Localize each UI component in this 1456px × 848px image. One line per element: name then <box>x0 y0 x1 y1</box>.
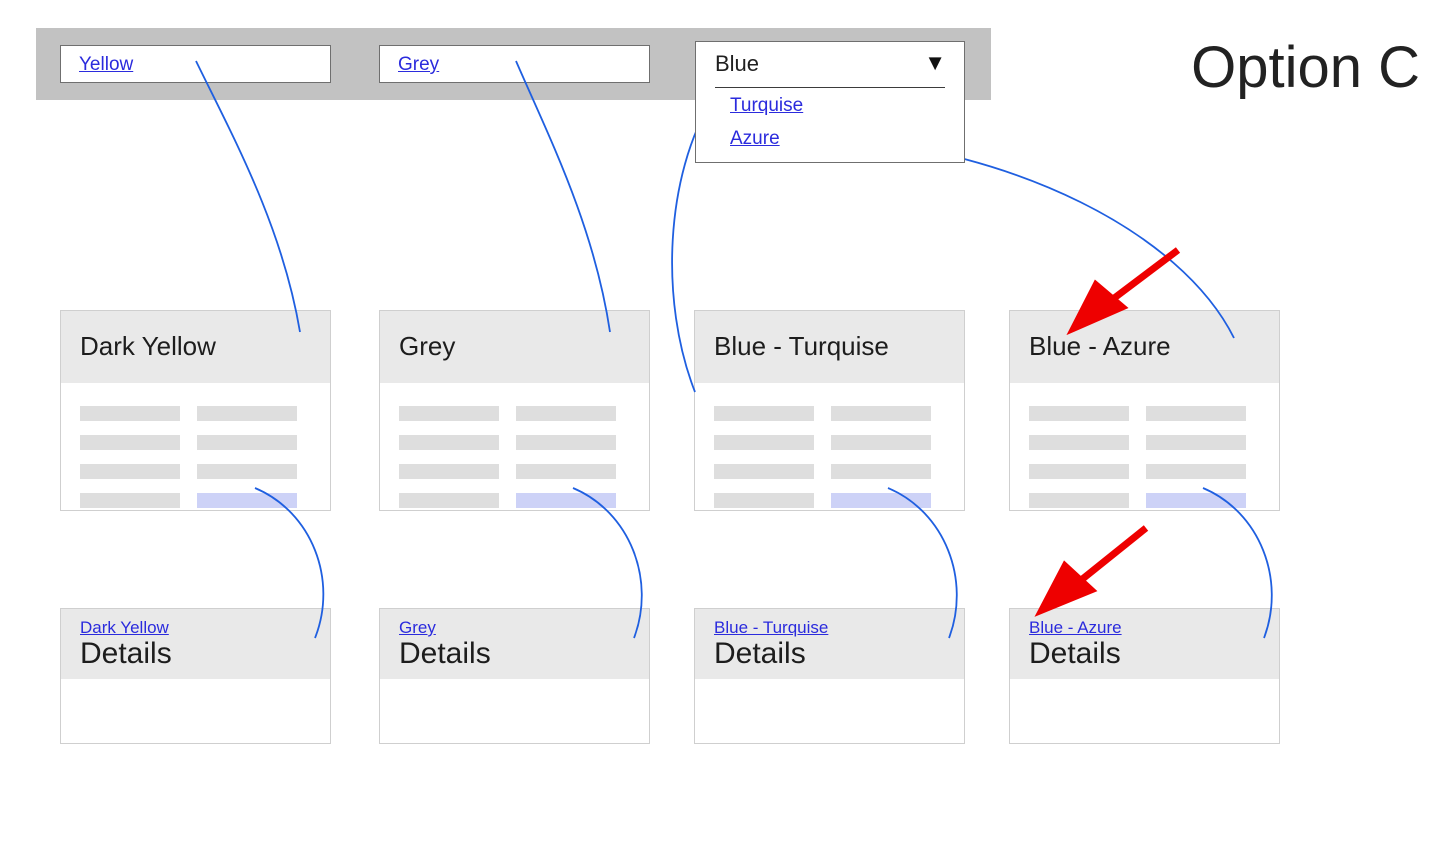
placeholder-bar <box>516 406 616 421</box>
detail-card-link[interactable]: Blue - Turquise <box>714 618 828 638</box>
red-arrow-head-detail <box>1034 560 1098 617</box>
placeholder-bar-highlighted[interactable] <box>831 493 931 508</box>
red-arrow-shaft-card <box>1098 247 1181 311</box>
card-title: Grey <box>399 331 456 361</box>
placeholder-bar <box>1146 435 1246 450</box>
placeholder-bar <box>714 464 814 479</box>
detail-card-grey[interactable]: Grey Details <box>379 608 650 744</box>
connector-yellow-to-dark-yellow <box>195 60 301 333</box>
placeholder-bar <box>1029 406 1129 421</box>
connector-grey-to-grey <box>515 60 611 333</box>
red-arrow-shaft-detail <box>1067 525 1149 592</box>
detail-card-header: Blue - Turquise Details <box>695 609 964 679</box>
placeholder-bar <box>831 435 931 450</box>
placeholder-bar <box>831 406 931 421</box>
card-title: Blue - Azure <box>1029 331 1171 361</box>
placeholder-bar <box>399 493 499 508</box>
detail-card-blue-azure[interactable]: Blue - Azure Details <box>1009 608 1280 744</box>
placeholder-bar <box>80 493 180 508</box>
placeholder-bar <box>714 406 814 421</box>
connector-azure-to-card <box>837 137 1235 339</box>
placeholder-bar-highlighted[interactable] <box>516 493 616 508</box>
placeholder-bar <box>1146 406 1246 421</box>
placeholder-bar <box>1146 464 1246 479</box>
placeholder-bar <box>516 435 616 450</box>
field-yellow-link[interactable]: Yellow <box>79 54 133 76</box>
field-grey-link[interactable]: Grey <box>398 54 439 76</box>
card-title: Blue - Turquise <box>714 331 889 361</box>
detail-card-header: Dark Yellow Details <box>61 609 330 679</box>
placeholder-bar <box>197 435 297 450</box>
card-grey[interactable]: Grey <box>379 310 650 511</box>
placeholder-bar <box>80 406 180 421</box>
detail-card-label: Details <box>80 637 172 670</box>
placeholder-bar <box>831 464 931 479</box>
dropdown-option-azure[interactable]: Azure <box>730 128 780 150</box>
placeholder-bar <box>714 493 814 508</box>
placeholder-bar <box>197 464 297 479</box>
dropdown-option-turquise[interactable]: Turquise <box>730 95 803 117</box>
placeholder-bar <box>516 464 616 479</box>
dropdown-blue[interactable]: Blue ▼ Turquise Azure <box>695 41 965 163</box>
detail-card-label: Details <box>714 637 806 670</box>
page-title: Option C <box>1191 35 1420 100</box>
detail-card-link[interactable]: Dark Yellow <box>80 618 169 638</box>
chevron-down-icon[interactable]: ▼ <box>924 52 946 74</box>
card-blue-turquise[interactable]: Blue - Turquise <box>694 310 965 511</box>
field-grey[interactable]: Grey <box>379 45 650 83</box>
card-header: Grey <box>380 311 649 383</box>
placeholder-bar <box>399 464 499 479</box>
dropdown-separator <box>715 87 945 88</box>
card-header: Blue - Azure <box>1010 311 1279 383</box>
placeholder-bar <box>714 435 814 450</box>
card-header: Blue - Turquise <box>695 311 964 383</box>
page-canvas: Yellow Grey Blue ▼ Turquise Azure Option… <box>0 0 1456 848</box>
detail-card-header: Blue - Azure Details <box>1010 609 1279 679</box>
placeholder-bar <box>399 406 499 421</box>
placeholder-bar <box>399 435 499 450</box>
card-dark-yellow[interactable]: Dark Yellow <box>60 310 331 511</box>
detail-card-link[interactable]: Blue - Azure <box>1029 618 1122 638</box>
placeholder-bar <box>1029 435 1129 450</box>
detail-card-blue-turquise[interactable]: Blue - Turquise Details <box>694 608 965 744</box>
field-yellow[interactable]: Yellow <box>60 45 331 83</box>
placeholder-bar <box>1029 493 1129 508</box>
detail-card-label: Details <box>1029 637 1121 670</box>
card-body <box>61 383 330 510</box>
placeholder-bar <box>197 406 297 421</box>
placeholder-bar-highlighted[interactable] <box>197 493 297 508</box>
placeholder-bar <box>80 435 180 450</box>
dropdown-selected-value: Blue <box>715 51 760 76</box>
card-body <box>695 383 964 510</box>
placeholder-bar <box>80 464 180 479</box>
card-blue-azure[interactable]: Blue - Azure <box>1009 310 1280 511</box>
card-header: Dark Yellow <box>61 311 330 383</box>
card-body <box>1010 383 1279 510</box>
detail-card-link[interactable]: Grey <box>399 618 436 638</box>
detail-card-header: Grey Details <box>380 609 649 679</box>
detail-card-dark-yellow[interactable]: Dark Yellow Details <box>60 608 331 744</box>
placeholder-bar-highlighted[interactable] <box>1146 493 1246 508</box>
detail-card-label: Details <box>399 637 491 670</box>
card-body <box>380 383 649 510</box>
placeholder-bar <box>1029 464 1129 479</box>
card-title: Dark Yellow <box>80 331 216 361</box>
